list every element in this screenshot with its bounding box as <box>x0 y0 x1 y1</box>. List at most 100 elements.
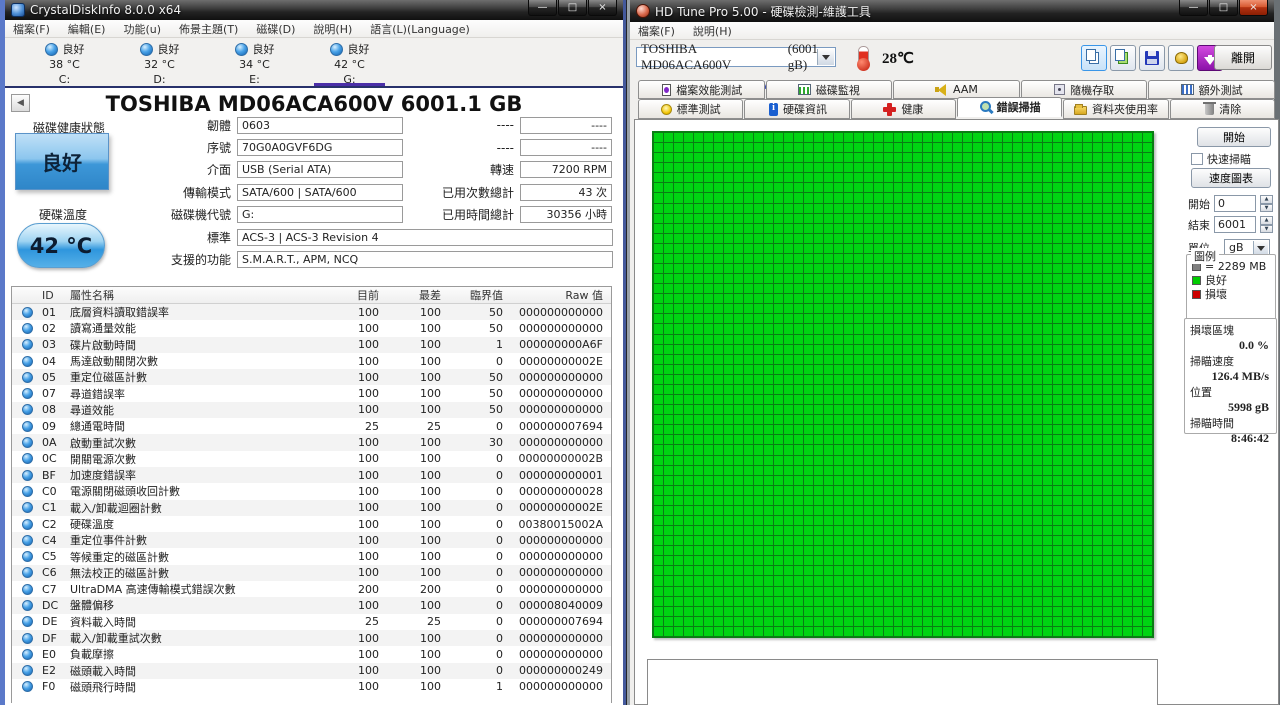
tab[interactable]: 錯誤掃描 <box>957 97 1062 117</box>
table-row[interactable]: 07 尋道錯誤率 100 100 50 000000000000 <box>12 385 611 401</box>
table-row[interactable]: C7 UltraDMA 高速傳輸模式錯誤次數 200 200 0 0000000… <box>12 581 611 597</box>
drive-select[interactable]: TOSHIBA MD06ACA600V (6001 gB) <box>636 47 836 67</box>
table-row[interactable]: 03 碟片啟動時間 100 100 1 000000000A6F <box>12 337 611 353</box>
table-row[interactable]: C4 重定位事件計數 100 100 0 000000000000 <box>12 532 611 548</box>
table-row[interactable]: 05 重定位磁區計數 100 100 50 000000000000 <box>12 369 611 385</box>
start-position-input[interactable]: 0 <box>1214 195 1256 212</box>
field-value: 43 次 <box>520 184 612 201</box>
table-row[interactable]: E2 磁頭載入時間 100 100 0 000000000249 <box>12 663 611 679</box>
attribute-raw: 000000000000 <box>511 371 611 384</box>
drive-strip: 良好 38 °C C: 良好 32 °C D: <box>5 38 623 88</box>
menu-item[interactable]: 磁碟(D) <box>256 21 295 37</box>
attribute-current: 100 <box>325 501 387 514</box>
table-row[interactable]: E0 負載摩擦 100 100 0 000000000000 <box>12 646 611 662</box>
attribute-name: 開關電源次數 <box>70 451 325 467</box>
tab[interactable]: 標準測試 <box>638 99 743 119</box>
minimize-button[interactable]: — <box>1179 0 1208 16</box>
tab[interactable]: 清除 <box>1170 99 1275 119</box>
table-row[interactable]: DC 盤體偏移 100 100 0 000008040009 <box>12 597 611 613</box>
table-row[interactable]: DF 載入/卸載重試次數 100 100 0 000000000000 <box>12 630 611 646</box>
spin-down-icon[interactable]: ▼ <box>1260 225 1273 234</box>
toolbar-button[interactable] <box>1081 45 1107 71</box>
tab[interactable]: 硬碟資訊 <box>744 99 849 119</box>
tab[interactable]: 資料夾使用率 <box>1063 99 1168 119</box>
table-row[interactable]: DE 資料載入時間 25 25 0 000000007694 <box>12 614 611 630</box>
right-window-title: HD Tune Pro 5.00 - 硬碟檢測-維護工具 <box>655 3 871 20</box>
toolbar-button[interactable] <box>1168 45 1194 71</box>
chevron-down-icon[interactable] <box>817 49 834 65</box>
table-row[interactable]: C5 等候重定的磁區計數 100 100 0 000000000000 <box>12 548 611 564</box>
attribute-worst: 100 <box>387 648 449 661</box>
crystaldiskinfo-app-icon <box>11 3 25 17</box>
drive-tab[interactable]: 良好 34 °C E: <box>207 38 302 86</box>
exit-button[interactable]: 離開 <box>1214 45 1272 70</box>
field-label: 序號 <box>5 139 237 156</box>
left-titlebar[interactable]: CrystalDiskInfo 8.0.0 x64 — □ × <box>5 0 623 20</box>
table-row[interactable]: 01 底層資料讀取錯誤率 100 100 50 000000000000 <box>12 304 611 320</box>
legend-label: 損壞 <box>1205 286 1227 302</box>
maximize-button[interactable]: □ <box>558 0 587 16</box>
table-row[interactable]: 0C 開關電源次數 100 100 0 00000000002B <box>12 451 611 467</box>
chevron-down-icon[interactable] <box>1253 241 1268 255</box>
attribute-raw: 00000000002E <box>511 501 611 514</box>
drive-tab[interactable]: 良好 38 °C C: <box>17 38 112 86</box>
menu-item[interactable]: 檔案(F) <box>13 21 50 37</box>
tab[interactable]: 磁碟監視 <box>766 80 893 99</box>
attribute-current: 100 <box>325 338 387 351</box>
attribute-raw: 000000007694 <box>511 615 611 628</box>
table-row[interactable]: 09 總通電時間 25 25 0 000000007694 <box>12 418 611 434</box>
menu-item[interactable]: 佈景主題(T) <box>179 21 238 37</box>
speed-map-button[interactable]: 速度圖表 <box>1191 168 1271 188</box>
close-button[interactable]: × <box>588 0 617 16</box>
attribute-id: 05 <box>42 371 70 384</box>
table-row[interactable]: F0 磁頭飛行時間 100 100 1 000000000000 <box>12 679 611 695</box>
attribute-raw: 000000000028 <box>511 485 611 498</box>
table-row[interactable]: 02 讀寫通量效能 100 100 50 000000000000 <box>12 320 611 336</box>
close-button[interactable]: × <box>1239 0 1268 16</box>
attribute-id: C6 <box>42 566 70 579</box>
stat-label: 損壞區塊 <box>1190 322 1271 338</box>
field-label: 標準 <box>5 229 237 246</box>
menu-item[interactable]: 語言(L)(Language) <box>370 21 470 37</box>
attribute-current: 100 <box>325 403 387 416</box>
table-row[interactable]: C1 載入/卸載迴圈計數 100 100 0 00000000002E <box>12 500 611 516</box>
table-row[interactable]: 08 尋道效能 100 100 50 000000000000 <box>12 402 611 418</box>
toolbar-button[interactable] <box>1110 45 1136 71</box>
attribute-status-icon <box>22 633 33 644</box>
drive-tab[interactable]: 良好 32 °C D: <box>112 38 207 86</box>
attribute-status-icon <box>22 470 33 481</box>
spin-up-icon[interactable]: ▲ <box>1260 195 1273 204</box>
table-row[interactable]: 04 馬達啟動關閉次數 100 100 0 00000000002E <box>12 353 611 369</box>
table-row[interactable]: C6 無法校正的磁區計數 100 100 0 000000000000 <box>12 565 611 581</box>
menu-item[interactable]: 說明(H) <box>693 23 732 39</box>
end-position-input[interactable]: 6001 <box>1214 216 1256 233</box>
start-position-spinner[interactable]: ▲ ▼ <box>1260 195 1273 212</box>
menu-item[interactable]: 檔案(F) <box>638 23 675 39</box>
attribute-raw: 000000000000 <box>511 322 611 335</box>
cross-icon <box>883 103 896 116</box>
end-position-spinner[interactable]: ▲ ▼ <box>1260 216 1273 233</box>
end-position-label: 結束 <box>1188 217 1210 233</box>
spin-up-icon[interactable]: ▲ <box>1260 216 1273 225</box>
menu-item[interactable]: 說明(H) <box>313 21 352 37</box>
attribute-id: C0 <box>42 485 70 498</box>
tab[interactable]: 額外測試 <box>1148 80 1275 99</box>
maximize-button[interactable]: □ <box>1209 0 1238 16</box>
minimize-button[interactable]: — <box>528 0 557 16</box>
toolbar-button[interactable] <box>1139 45 1165 71</box>
menu-item[interactable]: 編輯(E) <box>68 21 106 37</box>
tab[interactable]: 檔案效能測試 <box>638 80 765 99</box>
quick-scan-checkbox[interactable] <box>1191 153 1203 165</box>
attribute-threshold: 0 <box>449 452 511 465</box>
table-row[interactable]: 0A 啟動重試次數 100 100 30 000000000000 <box>12 434 611 450</box>
spin-down-icon[interactable]: ▼ <box>1260 204 1273 213</box>
right-titlebar[interactable]: HD Tune Pro 5.00 - 硬碟檢測-維護工具 — □ × <box>630 0 1274 22</box>
table-row[interactable]: C2 硬碟溫度 100 100 0 00380015002A <box>12 516 611 532</box>
drive-tab[interactable]: 良好 42 °C G: <box>302 38 397 86</box>
table-row[interactable]: BF 加速度錯誤率 100 100 0 000000000001 <box>12 467 611 483</box>
table-row[interactable]: C0 電源關閉磁頭收回計數 100 100 0 000000000028 <box>12 483 611 499</box>
drive-temp: 34 °C <box>207 57 302 72</box>
tab[interactable]: 健康 <box>851 99 956 119</box>
menu-item[interactable]: 功能(u) <box>123 21 161 37</box>
start-button[interactable]: 開始 <box>1197 127 1271 147</box>
